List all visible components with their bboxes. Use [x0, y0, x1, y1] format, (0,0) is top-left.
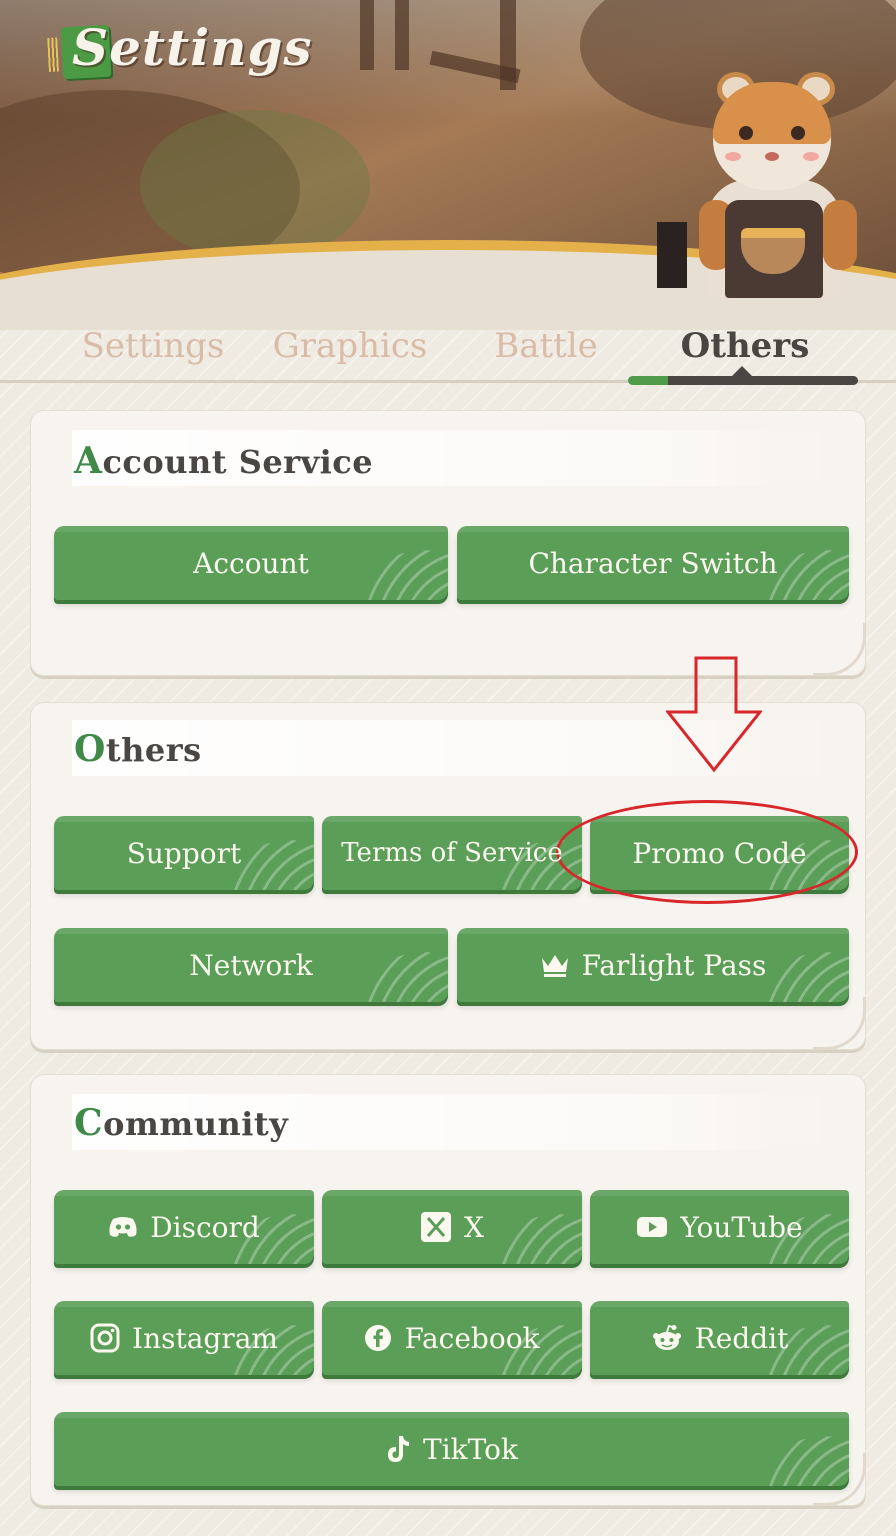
- x-button[interactable]: X: [322, 1190, 582, 1264]
- section-title-rest: ommunity: [103, 1105, 289, 1143]
- section-title-rest: ccount Service: [102, 443, 374, 481]
- account-button-label: Account: [193, 546, 309, 580]
- tab-others[interactable]: Others: [650, 322, 840, 370]
- crown-icon: [540, 952, 570, 978]
- support-button[interactable]: Support: [54, 816, 314, 890]
- farlight-pass-button[interactable]: Farlight Pass: [457, 928, 849, 1002]
- character-switch-button-label: Character Switch: [528, 546, 778, 580]
- support-button-label: Support: [126, 836, 242, 870]
- youtube-button-label: YouTube: [680, 1210, 803, 1244]
- active-tab-indicator: [628, 376, 858, 385]
- reddit-button-label: Reddit: [694, 1321, 789, 1355]
- discord-icon: [108, 1216, 138, 1238]
- network-button-label: Network: [189, 948, 313, 982]
- section-title-community: Community: [74, 1102, 288, 1144]
- network-button[interactable]: Network: [54, 928, 448, 1002]
- terms-of-service-button-label: Terms of Service: [341, 838, 563, 868]
- x-button-label: X: [464, 1210, 484, 1244]
- scenery-bush: [140, 110, 370, 260]
- scenery-fence-post: [395, 0, 409, 70]
- tab-graphics[interactable]: Graphics: [262, 322, 438, 370]
- youtube-icon: [636, 1215, 668, 1239]
- annotation-arrow-icon: [666, 656, 762, 773]
- terms-of-service-button[interactable]: Terms of Service: [322, 816, 582, 890]
- tiktok-icon: [385, 1434, 411, 1464]
- x-icon: [420, 1211, 452, 1243]
- reddit-icon: [651, 1324, 683, 1352]
- facebook-icon: [364, 1324, 392, 1352]
- promo-code-button-label: Promo Code: [632, 836, 807, 870]
- facebook-button-label: Facebook: [404, 1321, 540, 1355]
- hamster-mascot-icon: [655, 68, 870, 298]
- instagram-button[interactable]: Instagram: [54, 1301, 314, 1375]
- section-title-rest: thers: [105, 731, 202, 769]
- tiktok-button[interactable]: TikTok: [54, 1412, 849, 1486]
- section-title-initial: A: [74, 440, 103, 482]
- farlight-pass-button-label: Farlight Pass: [581, 948, 767, 982]
- section-title-initial: C: [74, 1102, 104, 1144]
- scenery-fence-post: [360, 0, 374, 70]
- instagram-button-label: Instagram: [132, 1321, 278, 1355]
- tiktok-button-label: TikTok: [423, 1432, 518, 1466]
- character-switch-button[interactable]: Character Switch: [457, 526, 849, 600]
- instagram-icon: [90, 1323, 120, 1353]
- discord-button-label: Discord: [150, 1210, 260, 1244]
- facebook-button[interactable]: Facebook: [322, 1301, 582, 1375]
- youtube-button[interactable]: YouTube: [590, 1190, 849, 1264]
- tab-battle[interactable]: Battle: [476, 322, 616, 370]
- page-title: Settings: [72, 18, 313, 77]
- section-title-initial: O: [74, 728, 106, 770]
- tab-settings[interactable]: Settings: [70, 322, 236, 370]
- active-tab-notch-icon: [732, 366, 752, 376]
- section-title-account-service: Account Service: [74, 440, 373, 482]
- section-title-others: Others: [74, 728, 202, 770]
- account-button[interactable]: Account: [54, 526, 448, 600]
- discord-button[interactable]: Discord: [54, 1190, 314, 1264]
- reddit-button[interactable]: Reddit: [590, 1301, 849, 1375]
